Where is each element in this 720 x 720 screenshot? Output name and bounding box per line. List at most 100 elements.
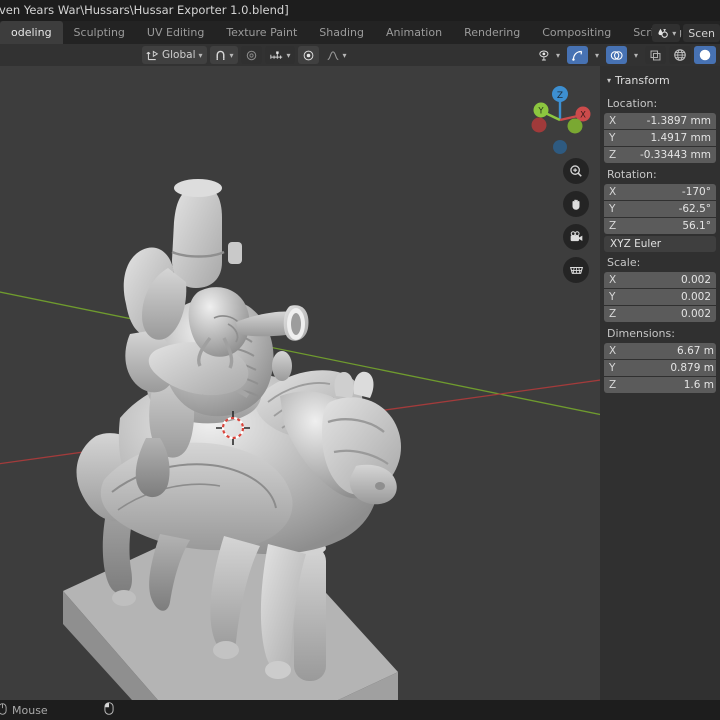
location-z-field[interactable]: Z -0.33443 mm (604, 147, 716, 163)
hoof-near (265, 661, 291, 679)
sidebar-transform-panel: ▾ Transform Location: X -1.3897 mm Y 1.4… (600, 66, 720, 700)
chevron-down-icon: ▾ (555, 50, 560, 60)
tab-uv-editing-label: UV Editing (146, 26, 205, 39)
location-y-axis: Y (609, 132, 616, 144)
gizmo-ball-z-neg (553, 140, 567, 154)
wireframe-sphere-icon (673, 48, 687, 62)
dimensions-y-field[interactable]: Y 0.879 m (604, 360, 716, 376)
chevron-down-icon: ▾ (633, 50, 638, 60)
zoom-view-button[interactable] (563, 158, 589, 184)
scale-fields: X 0.002 Y 0.002 Z 0.002 (604, 272, 716, 322)
solid-sphere-icon (698, 48, 712, 62)
object-visibility-dropdown[interactable]: ▾ (534, 46, 564, 64)
overlays-toggle[interactable] (605, 46, 627, 64)
camera-icon (570, 231, 582, 242)
tab-shading[interactable]: Shading (308, 21, 375, 44)
toggle-orthographic-button[interactable] (563, 257, 589, 283)
chevron-down-icon: ▾ (342, 50, 347, 60)
gizmo-toggle[interactable] (566, 46, 588, 64)
snap-increment-dropdown[interactable]: ▾ (264, 46, 295, 64)
rotation-mode-dropdown[interactable]: XYZ Euler (604, 236, 716, 252)
rotation-x-field[interactable]: X -170° (604, 184, 716, 200)
rotation-fields: X -170° Y -62.5° Z 56.1° (604, 184, 716, 234)
hand-icon (572, 199, 580, 210)
pan-view-button[interactable] (563, 191, 589, 217)
dimensions-y-value: 0.879 m (670, 362, 714, 374)
location-y-field[interactable]: Y 1.4917 mm (604, 130, 716, 146)
xray-toggle[interactable] (645, 46, 666, 64)
hoof-rear (112, 590, 136, 606)
location-z-axis: Z (609, 149, 617, 161)
tab-modeling[interactable]: odeling (0, 21, 63, 44)
scene-name-label: Scen (688, 26, 715, 40)
tab-animation[interactable]: Animation (375, 21, 453, 44)
location-y-value: 1.4917 mm (650, 132, 711, 144)
transform-orientation-dropdown[interactable]: Global ▾ (142, 46, 207, 64)
tab-compositing-label: Compositing (542, 26, 612, 39)
status-mouse-label: Mouse (12, 703, 48, 717)
increment-ruler-icon (269, 49, 284, 62)
scale-x-field[interactable]: X 0.002 (604, 272, 716, 288)
rotation-z-field[interactable]: Z 56.1° (604, 218, 716, 234)
overlays-dropdown[interactable]: ▾ (630, 46, 642, 64)
dimensions-y-axis: Y (609, 362, 616, 374)
tab-sculpting[interactable]: Sculpting (63, 21, 136, 44)
tab-compositing[interactable]: Compositing (531, 21, 622, 44)
transform-panel-title: Transform (615, 74, 670, 87)
horse-ear-far (334, 372, 354, 398)
scene-browse-button[interactable]: ▾ (652, 24, 681, 42)
dimensions-z-value: 1.6 m (683, 379, 714, 391)
tab-texture-paint[interactable]: Texture Paint (215, 21, 308, 44)
window-title-bar: ven Years War\Hussars\Hussar Exporter 1.… (0, 0, 720, 21)
navigation-axis-gizmo[interactable]: Z Y X (522, 82, 598, 158)
tab-rendering[interactable]: Rendering (453, 21, 531, 44)
orientation-label: Global (162, 49, 196, 61)
status-bar: Mouse (0, 700, 720, 720)
mouse-left-button-icon (104, 702, 114, 718)
scene-icon (656, 27, 669, 40)
chevron-down-icon: ▾ (286, 50, 291, 60)
camera-view-button[interactable] (563, 224, 589, 250)
location-x-axis: X (609, 115, 617, 127)
tab-uv-editing[interactable]: UV Editing (136, 21, 215, 44)
rotation-y-value: -62.5° (678, 203, 711, 215)
dimensions-z-field[interactable]: Z 1.6 m (604, 377, 716, 393)
dimensions-fields: X 6.67 m Y 0.879 m Z 1.6 m (604, 343, 716, 393)
proportional-editing-toggle[interactable] (240, 46, 262, 64)
dimensions-z-axis: Z (609, 379, 617, 391)
falloff-curve-dropdown[interactable]: ▾ (322, 46, 351, 64)
eye-dropdown-icon (538, 49, 553, 62)
scale-y-field[interactable]: Y 0.002 (604, 289, 716, 305)
scene-selector-group: ▾ Scen (652, 24, 720, 42)
scene-name-field[interactable]: Scen (683, 24, 720, 42)
shading-wireframe-button[interactable] (669, 46, 691, 64)
gizmo-dropdown[interactable]: ▾ (591, 46, 603, 64)
scale-y-value: 0.002 (680, 291, 711, 303)
dimensions-x-field[interactable]: X 6.67 m (604, 343, 716, 359)
location-x-field[interactable]: X -1.3897 mm (604, 113, 716, 129)
snap-magnet-toggle[interactable]: ▾ (209, 46, 238, 64)
tab-shading-label: Shading (319, 26, 364, 39)
viewport-header: Global ▾ ▾ ▾ ▾ ▾ ▾ ▾ (0, 44, 720, 66)
chevron-down-icon: ▾ (594, 50, 599, 60)
rotation-label: Rotation: (607, 168, 657, 181)
workspace-tabs: odeling Sculpting UV Editing Texture Pai… (0, 21, 720, 44)
transform-panel-header[interactable]: ▾ Transform (604, 72, 716, 93)
shading-solid-button[interactable] (694, 46, 716, 64)
svg-text:Z: Z (557, 91, 563, 101)
status-lmb-item (104, 702, 114, 718)
viewport-header-left-tools: Global ▾ ▾ ▾ ▾ (142, 46, 351, 64)
viewport-nav-buttons (563, 158, 589, 283)
location-label: Location: (607, 97, 658, 110)
status-mouse-item: Mouse (0, 702, 48, 718)
rotation-mode-label: XYZ Euler (610, 238, 662, 250)
scale-label: Scale: (607, 256, 641, 269)
location-x-value: -1.3897 mm (646, 115, 711, 127)
blender-window: ven Years War\Hussars\Hussar Exporter 1.… (0, 0, 720, 720)
scale-z-field[interactable]: Z 0.002 (604, 306, 716, 322)
tab-rendering-label: Rendering (464, 26, 521, 39)
proportional-circle-icon (245, 49, 258, 62)
zoom-icon (570, 165, 582, 177)
rotation-y-field[interactable]: Y -62.5° (604, 201, 716, 217)
proportional-falloff-toggle[interactable] (297, 46, 319, 64)
